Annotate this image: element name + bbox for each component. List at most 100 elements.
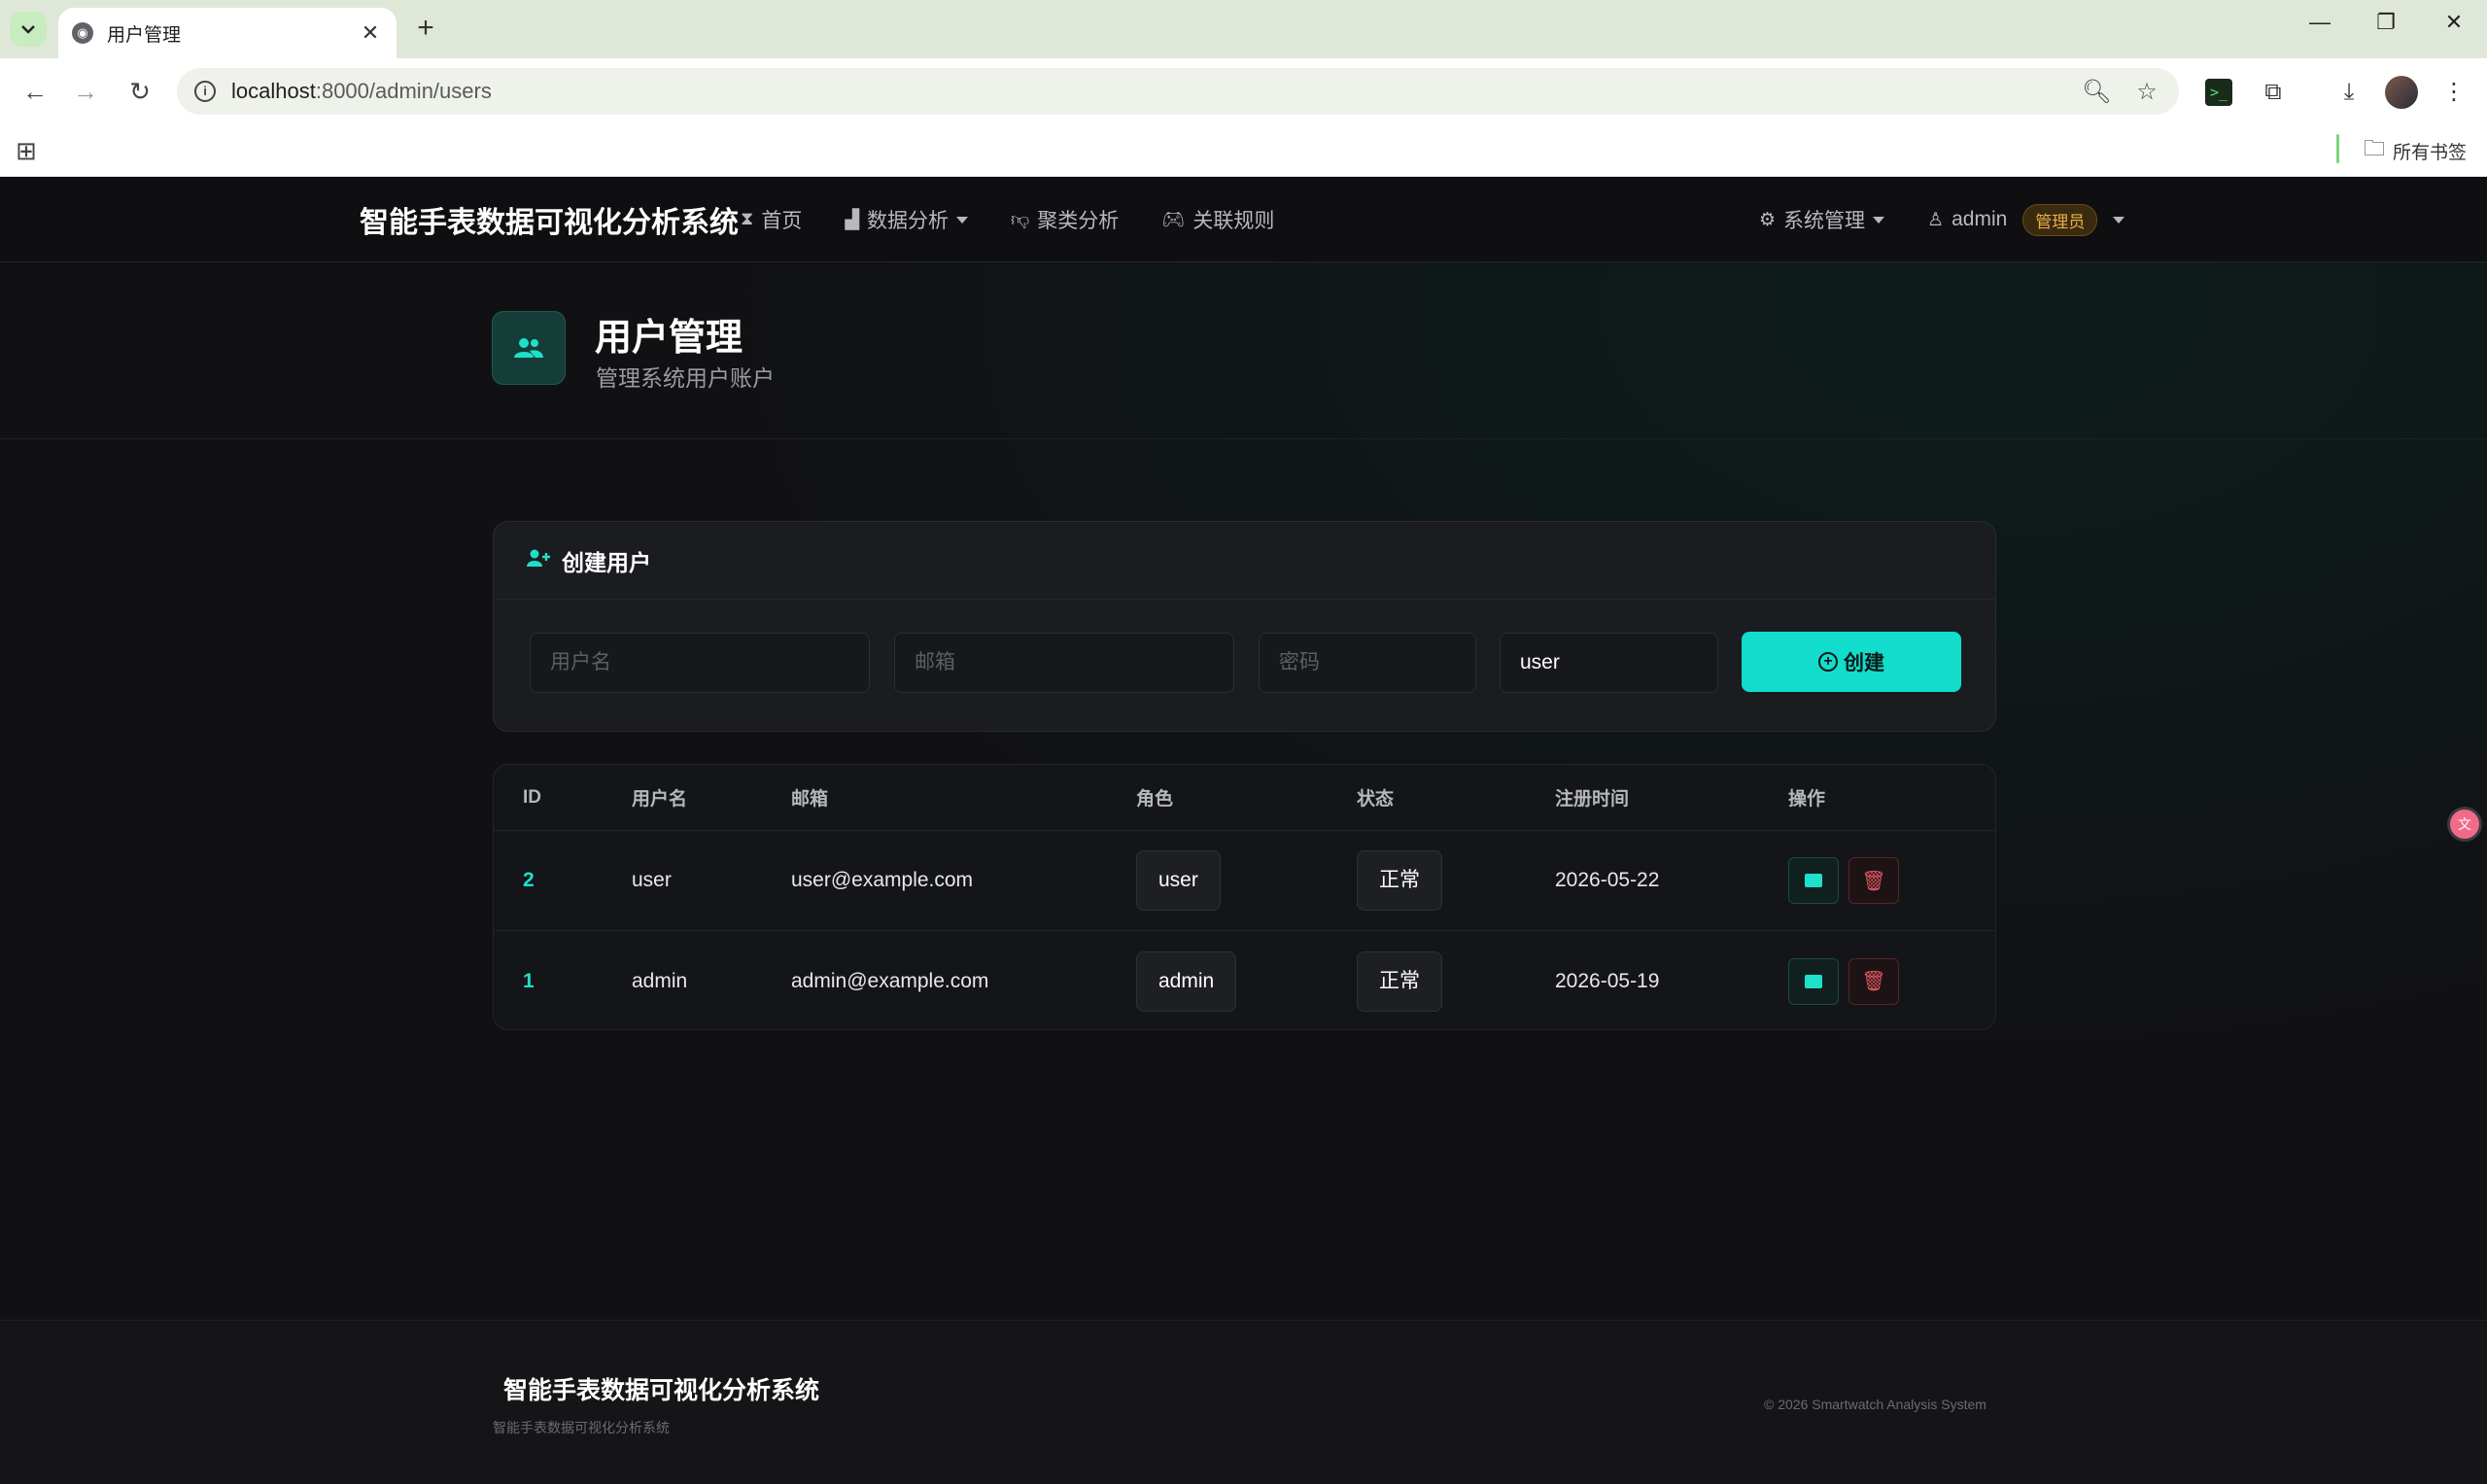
table-row: 2 user user@example.com user 正常 2026-05-… <box>494 831 1995 931</box>
url-host: localhost <box>231 79 316 103</box>
all-bookmarks-button[interactable]: 🗀 所有书签 <box>2364 132 2467 169</box>
cell-registered: 2026-05-22 <box>1555 869 1660 891</box>
nav-home-label: 首页 <box>761 210 803 232</box>
cell-email: user@example.com <box>791 869 974 891</box>
table-header-row: ID 用户名 邮箱 角色 状态 注册时间 操作 <box>494 765 1995 831</box>
cell-id: 1 <box>523 969 535 992</box>
create-user-button-label: 创建 <box>1844 652 1884 674</box>
thumbs-down-icon: 👎︎ <box>1010 209 1030 230</box>
footer-copyright: © 2026 Smartwatch Analysis System <box>1764 1397 1986 1412</box>
col-header-id: ID <box>523 786 541 808</box>
edit-icon <box>1805 874 1822 887</box>
user-name: admin <box>1952 208 2008 230</box>
restore-icon[interactable]: ❐ <box>2362 10 2410 35</box>
bookmark-star-icon[interactable]: ☆ <box>2132 78 2161 106</box>
cell-email: admin@example.com <box>791 969 989 992</box>
browser-toolbar: ← → ↻ i localhost:8000/admin/users 🔍︎ ☆ … <box>0 58 2487 124</box>
url-path: :8000/admin/users <box>315 79 492 103</box>
role-select[interactable]: user <box>1500 633 1718 693</box>
user-icon: ♙ <box>1927 209 1945 230</box>
tab-title: 用户管理 <box>107 24 182 46</box>
close-icon[interactable]: ✕ <box>358 20 383 46</box>
url-text[interactable]: localhost:8000/admin/users <box>231 79 2060 104</box>
cell-registered: 2026-05-19 <box>1555 969 1660 992</box>
table-row: 1 admin admin@example.com admin 正常 2026-… <box>494 931 1995 1029</box>
nav-cluster-analysis[interactable]: 👎︎ 聚类分析 <box>1011 205 1119 234</box>
nav-system-management-label: 系统管理 <box>1783 210 1866 232</box>
gear-icon: ⚙ <box>1759 209 1777 230</box>
bar-chart-icon: ▟ <box>845 209 859 230</box>
page-title: 用户管理 <box>595 318 743 359</box>
edit-button[interactable] <box>1788 857 1839 904</box>
reload-icon[interactable]: ↻ <box>121 72 159 111</box>
trash-icon: 🗑︎ <box>1861 971 1886 992</box>
page-header: 用户管理 管理系统用户账户 <box>0 262 2487 439</box>
create-user-button[interactable]: + 创建 <box>1742 632 1961 692</box>
bookmarks-bar: ⊞ 🗀 所有书签 <box>0 124 2487 177</box>
nav-data-analysis-label: 数据分析 <box>866 210 949 232</box>
translate-extension-icon[interactable]: 文 <box>2447 807 2482 842</box>
profile-avatar[interactable] <box>2385 76 2418 109</box>
address-bar[interactable]: i localhost:8000/admin/users 🔍︎ ☆ <box>177 68 2179 115</box>
folder-icon: 🗀 <box>2364 136 2386 160</box>
chevron-down-icon <box>21 25 35 34</box>
zoom-icon[interactable]: 🔍︎ <box>2082 78 2111 106</box>
users-icon <box>492 311 566 385</box>
site-info-icon[interactable]: i <box>194 81 216 102</box>
browser-tabstrip: ◉ 用户管理 ✕ + — ❐ ✕ <box>0 0 2487 58</box>
user-menu[interactable]: ♙ admin 管理员 <box>1927 203 2125 236</box>
edit-icon <box>1805 974 1822 988</box>
gamepad-icon: 🎮︎ <box>1161 210 1186 230</box>
footer-subtitle: 智能手表数据可视化分析系统 <box>493 1420 670 1435</box>
download-icon[interactable]: ⤓ <box>2332 76 2366 109</box>
cell-username: user <box>632 869 672 891</box>
all-bookmarks-label: 所有书签 <box>2393 142 2468 163</box>
create-user-card: 创建用户 user + 创建 <box>493 521 1996 732</box>
top-navbar: 智能手表数据可视化分析系统 ⧗ 首页 ▟ 数据分析 👎︎ 聚类分析 🎮︎ 关联规… <box>0 177 2487 262</box>
delete-button[interactable]: 🗑︎ <box>1848 957 1899 1005</box>
nav-association-rules-label: 关联规则 <box>1192 210 1275 232</box>
users-table: ID 用户名 邮箱 角色 状态 注册时间 操作 2 user user@exam… <box>493 764 1996 1030</box>
edit-button[interactable] <box>1788 957 1839 1005</box>
password-input[interactable] <box>1259 633 1476 693</box>
plus-circle-icon: + <box>1818 652 1838 672</box>
nav-right: ⚙ 系统管理 ♙ admin 管理员 <box>1759 177 2125 262</box>
role-pill: admin <box>1136 950 1237 1012</box>
col-header-registered: 注册时间 <box>1555 789 1630 810</box>
brand-title[interactable]: 智能手表数据可视化分析系统 <box>360 198 739 241</box>
minimize-icon[interactable]: — <box>2296 10 2344 35</box>
footer-title: 智能手表数据可视化分析系统 <box>503 1377 820 1404</box>
col-header-username: 用户名 <box>632 789 688 810</box>
username-input[interactable] <box>530 633 870 693</box>
nav-home[interactable]: ⧗ 首页 <box>741 205 802 234</box>
back-arrow-icon[interactable]: ← <box>16 72 54 111</box>
nav-data-analysis[interactable]: ▟ 数据分析 <box>845 205 968 234</box>
extensions-puzzle-icon[interactable]: ⧉ <box>2257 76 2290 109</box>
caret-down-icon <box>1873 216 1885 224</box>
page-subtitle: 管理系统用户账户 <box>596 365 775 391</box>
nav-cluster-analysis-label: 聚类分析 <box>1037 210 1120 232</box>
role-badge: 管理员 <box>2022 203 2098 236</box>
window-close-icon[interactable]: ✕ <box>2430 10 2478 35</box>
trash-icon: 🗑︎ <box>1861 870 1886 892</box>
tab-search-button[interactable] <box>10 12 47 47</box>
col-header-status: 状态 <box>1357 789 1395 810</box>
terminal-extension-icon[interactable]: >_ <box>2202 76 2235 109</box>
app-root: 智能手表数据可视化分析系统 ⧗ 首页 ▟ 数据分析 👎︎ 聚类分析 🎮︎ 关联规… <box>0 177 2487 1484</box>
col-header-actions: 操作 <box>1788 789 1826 810</box>
new-tab-button[interactable]: + <box>408 12 443 47</box>
email-input[interactable] <box>894 633 1234 693</box>
nav-association-rules[interactable]: 🎮︎ 关联规则 <box>1161 205 1274 234</box>
status-pill: 正常 <box>1357 950 1442 1012</box>
cell-username: admin <box>632 969 688 992</box>
page-footer: 智能手表数据可视化分析系统 智能手表数据可视化分析系统 © 2026 Smart… <box>0 1320 2487 1484</box>
main-nav: ⧗ 首页 ▟ 数据分析 👎︎ 聚类分析 🎮︎ 关联规则 <box>741 177 1317 262</box>
more-menu-icon[interactable]: ⋮ <box>2437 76 2470 109</box>
role-pill: user <box>1136 850 1221 911</box>
nav-system-management[interactable]: ⚙ 系统管理 <box>1759 205 1885 234</box>
col-header-email: 邮箱 <box>791 789 829 810</box>
browser-tab-active[interactable]: ◉ 用户管理 ✕ <box>58 8 397 58</box>
apps-grid-icon[interactable]: ⊞ <box>16 136 37 166</box>
forward-arrow-icon[interactable]: → <box>66 72 105 111</box>
delete-button[interactable]: 🗑︎ <box>1848 857 1899 904</box>
